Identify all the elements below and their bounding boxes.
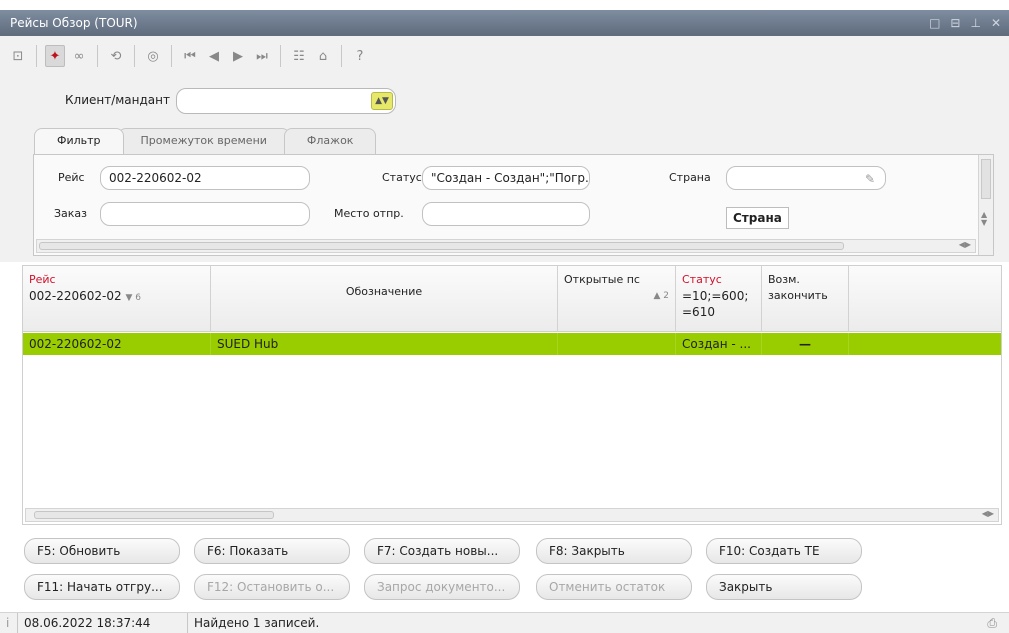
column-open-label: Открытые пс [564, 273, 640, 286]
show-button[interactable]: F6: Показать [194, 538, 350, 564]
sort-desc-icon: ▼ 6 [125, 293, 141, 303]
column-trip-filter: 002-220602-02 ▼ 6 [29, 289, 141, 303]
column-can-finish[interactable]: Возм. закончить [762, 266, 849, 332]
stop-button[interactable]: F12: Остановить о... [194, 574, 350, 600]
country-input[interactable]: ✎ [726, 166, 886, 190]
client-dropdown-button[interactable]: ▲▼ [371, 92, 393, 110]
tab-time-range[interactable]: Промежуток времени [117, 128, 290, 154]
scroll-thumb[interactable] [39, 242, 844, 250]
info-icon: ⅰ [0, 613, 18, 633]
status-label: Статус [382, 171, 422, 184]
cell-name: SUED Hub [211, 333, 558, 355]
results-grid: Рейс 002-220602-02 ▼ 6 Обозначение Откры… [22, 265, 1002, 525]
toolbar-divider [171, 45, 172, 67]
pin-icon[interactable]: ⊥ [970, 10, 980, 36]
pencil-icon[interactable]: ✎ [865, 168, 875, 189]
camera-icon[interactable]: ⊡ [8, 45, 28, 67]
sort-asc-icon: ▲ 2 [653, 291, 669, 301]
binoculars-icon[interactable]: ∞ [69, 45, 89, 67]
create-te-button[interactable]: F10: Создать ТЕ [706, 538, 862, 564]
zoom-icon[interactable]: ◎ [143, 45, 163, 67]
filter-horizontal-scrollbar[interactable]: ◀▶ [36, 239, 976, 253]
next-record-icon[interactable]: ▶ [228, 45, 248, 67]
help-icon[interactable]: ? [350, 45, 370, 67]
table-row[interactable]: 002-220602-02 SUED Hub Создан - ... — [23, 333, 1001, 355]
column-status[interactable]: Статус =10;=600; =610 [676, 266, 762, 332]
start-loading-button[interactable]: F11: Начать отгру... [24, 574, 180, 600]
column-open[interactable]: Открытые пс ▲ 2 [558, 266, 676, 332]
cell-status: Создан - ... [676, 333, 762, 355]
column-status-filter: =10;=600; [682, 289, 749, 303]
filter-box: Рейс 002-220602-02 Статус "Создан - Созд… [33, 154, 994, 256]
order-input[interactable] [100, 202, 310, 226]
client-input[interactable]: ▲▼ [176, 88, 396, 114]
scroll-arrows-icon[interactable]: ◀▶ [959, 240, 971, 249]
window-titlebar: Рейсы Обзор (TOUR) □ ⊟ ⊥ ✕ [0, 10, 1009, 36]
scroll-thumb[interactable] [34, 511, 274, 519]
last-record-icon[interactable]: ⏭ [252, 45, 272, 67]
column-can-finish-label-2: закончить [768, 289, 828, 302]
toolbar-divider [97, 45, 98, 67]
request-documents-button[interactable]: Запрос документо... [364, 574, 520, 600]
scroll-arrows-icon[interactable]: ▲ ▼ [981, 211, 987, 227]
status-input[interactable]: "Создан - Создан";"Погр. [422, 166, 590, 190]
refresh-icon[interactable]: ⟲ [106, 45, 126, 67]
cell-open [558, 333, 676, 355]
toolbar-divider [280, 45, 281, 67]
origin-label: Место отпр. [334, 207, 404, 220]
column-status-label: Статус [682, 273, 722, 286]
previous-record-icon[interactable]: ◀ [204, 45, 224, 67]
close-button[interactable]: Закрыть [706, 574, 862, 600]
trip-label: Рейс [58, 171, 85, 184]
grid-horizontal-scrollbar[interactable]: ◀▶ [25, 508, 999, 522]
pin-marker-icon[interactable]: ✦ [45, 45, 65, 67]
cell-trip: 002-220602-02 [23, 333, 211, 355]
toolbar-divider [36, 45, 37, 67]
close-trip-button[interactable]: F8: Закрыть [536, 538, 692, 564]
column-can-finish-label: Возм. [768, 273, 800, 286]
filter-vertical-scrollbar[interactable]: ▲ ▼ [978, 155, 993, 255]
warehouse-icon[interactable]: ⌂ [313, 45, 333, 67]
refresh-button[interactable]: F5: Обновить [24, 538, 180, 564]
column-name-label: Обозначение [345, 285, 423, 298]
cell-can-finish: — [762, 333, 849, 355]
trip-input[interactable]: 002-220602-02 [100, 166, 310, 190]
filter-panel: Клиент/мандант ▲▼ Фильтр Промежуток врем… [0, 76, 1009, 262]
cancel-remainder-button[interactable]: Отменить остаток [536, 574, 692, 600]
toolbar-divider [341, 45, 342, 67]
status-bar: ⅰ 08.06.2022 18:37:44 Найдено 1 записей.… [0, 612, 1009, 633]
column-name[interactable]: Обозначение [211, 266, 558, 332]
window-title: Рейсы Обзор (TOUR) [10, 16, 138, 30]
create-new-button[interactable]: F7: Создать новы... [364, 538, 520, 564]
status-timestamp: 08.06.2022 18:37:44 [18, 613, 188, 633]
order-label: Заказ [54, 207, 88, 220]
toolbar: ⊡ ✦ ∞ ⟲ ◎ ⏮ ◀ ▶ ⏭ ☷ ⌂ ? [0, 36, 1009, 76]
country-button[interactable]: Страна [726, 207, 789, 229]
column-trip-label: Рейс [29, 273, 56, 286]
first-record-icon[interactable]: ⏮ [180, 45, 200, 67]
toolbar-divider [134, 45, 135, 67]
tab-flag[interactable]: Флажок [283, 128, 377, 154]
window-controls: □ ⊟ ⊥ ✕ [929, 10, 1001, 36]
maximize-icon[interactable]: □ [929, 10, 940, 36]
filter-tabs: Фильтр Промежуток времени Флажок [34, 128, 377, 154]
status-message: Найдено 1 записей. [194, 616, 320, 630]
tab-filter[interactable]: Фильтр [34, 128, 124, 154]
print-icon[interactable]: ⎙ [987, 613, 997, 633]
country-label: Страна [669, 171, 711, 184]
grid-header: Рейс 002-220602-02 ▼ 6 Обозначение Откры… [23, 266, 1001, 332]
scroll-thumb[interactable] [981, 159, 991, 199]
cabinet-icon[interactable]: ☷ [289, 45, 309, 67]
close-icon[interactable]: ✕ [991, 10, 1001, 36]
scroll-arrows-icon[interactable]: ◀▶ [982, 509, 994, 518]
column-status-filter-2: =610 [682, 305, 715, 319]
column-trip[interactable]: Рейс 002-220602-02 ▼ 6 [23, 266, 211, 332]
origin-input[interactable] [422, 202, 590, 226]
restore-icon[interactable]: ⊟ [950, 10, 960, 36]
client-label: Клиент/мандант [65, 93, 170, 107]
